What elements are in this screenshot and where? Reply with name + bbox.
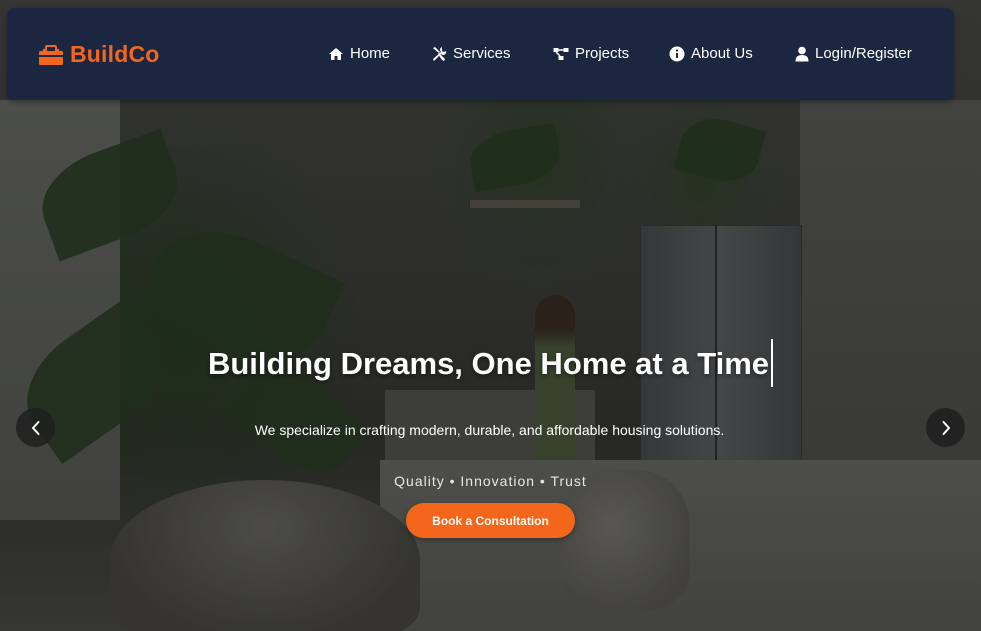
hero-tagline: Quality • Innovation • Trust (394, 473, 587, 489)
hero-subtitle: We specialize in crafting modern, durabl… (254, 422, 725, 438)
project-diagram-icon (553, 47, 569, 60)
info-circle-icon (669, 46, 685, 61)
hero-title-text: Building Dreams, One Home at a Time (207, 346, 769, 382)
home-icon (329, 47, 343, 60)
hero-title: Building Dreams, One Home at a Time (0, 339, 981, 387)
nav-projects-label: Projects (575, 45, 630, 62)
nav-about-label: About Us (691, 45, 753, 62)
brand-name: BuildCo (70, 41, 160, 67)
nav-services-label: Services (453, 45, 511, 62)
nav-home-label: Home (350, 45, 391, 62)
nav-home[interactable]: Home (328, 45, 390, 62)
hero-section: BuildCo Home Services Projects About Us … (0, 0, 981, 631)
brand-logo[interactable]: BuildCo (38, 41, 160, 68)
toolbox-icon (39, 44, 63, 65)
nav-services[interactable]: Services (431, 45, 511, 62)
tools-icon (433, 46, 447, 61)
nav-about[interactable]: About Us (669, 45, 753, 62)
user-icon (795, 46, 809, 61)
nav-projects[interactable]: Projects (553, 45, 629, 62)
book-consultation-button[interactable]: Book a Consultation (406, 503, 575, 538)
nav-login-label: Login/Register (815, 45, 912, 62)
navbar: BuildCo Home Services Projects About Us … (7, 8, 954, 100)
typing-cursor (771, 339, 773, 387)
nav-login-register[interactable]: Login/Register (795, 45, 912, 62)
